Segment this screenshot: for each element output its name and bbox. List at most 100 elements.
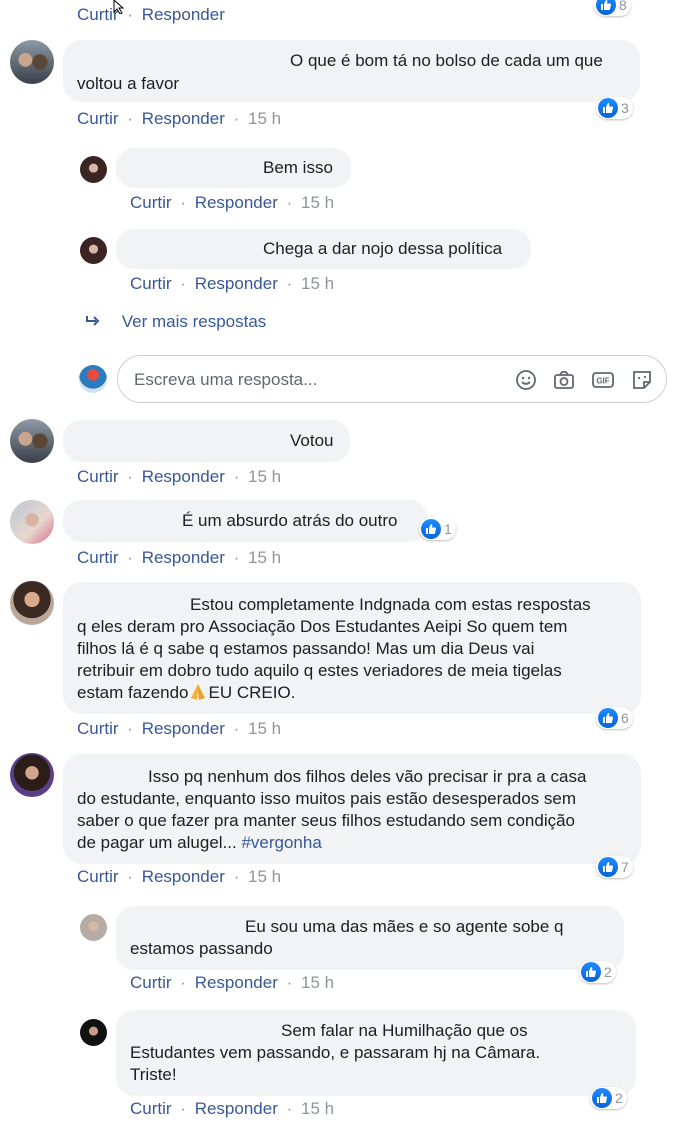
see-more-label[interactable]: Ver mais respostas bbox=[122, 312, 267, 331]
avatar[interactable] bbox=[10, 581, 54, 625]
comment-text: Votou bbox=[290, 431, 334, 450]
comment-text: Estou completamente Indgnada com estas r… bbox=[190, 595, 591, 614]
timestamp[interactable]: 15 h bbox=[248, 467, 281, 486]
hashtag-link[interactable]: #vergonha bbox=[241, 833, 321, 852]
reply-input[interactable] bbox=[132, 366, 476, 394]
cursor-icon bbox=[112, 0, 132, 19]
comment-actions: Curtir · Responder bbox=[77, 5, 225, 25]
separator-dot: · bbox=[233, 109, 240, 128]
avatar[interactable] bbox=[80, 237, 107, 264]
avatar[interactable] bbox=[80, 156, 107, 183]
comment-text: Estudantes vem passando, e passaram hj n… bbox=[130, 1043, 541, 1062]
reaction-number: 7 bbox=[621, 859, 629, 875]
comment-bubble: Sem falar na Humilhação que os Estudante… bbox=[116, 1010, 636, 1096]
avatar[interactable] bbox=[10, 419, 54, 463]
separator-dot: · bbox=[286, 973, 293, 992]
reply-link[interactable]: Responder bbox=[142, 548, 225, 567]
reaction-count[interactable]: 1 bbox=[419, 518, 456, 540]
like-link[interactable]: Curtir bbox=[77, 867, 119, 886]
gif-icon[interactable]: GIF bbox=[591, 368, 617, 392]
like-link[interactable]: Curtir bbox=[77, 467, 119, 486]
like-link[interactable]: Curtir bbox=[130, 274, 172, 293]
avatar[interactable] bbox=[10, 40, 54, 84]
separator-dot: · bbox=[180, 274, 186, 293]
sticker-icon[interactable] bbox=[630, 368, 656, 392]
separator-dot: · bbox=[233, 467, 240, 486]
like-link[interactable]: Curtir bbox=[130, 973, 172, 992]
like-link[interactable]: Curtir bbox=[77, 719, 119, 738]
avatar[interactable] bbox=[80, 914, 107, 941]
reply-link[interactable]: Responder bbox=[142, 467, 225, 486]
timestamp[interactable]: 15 h bbox=[301, 1099, 334, 1118]
reaction-count[interactable]: 3 bbox=[596, 97, 633, 119]
reaction-count[interactable]: 8 bbox=[594, 0, 631, 16]
like-link[interactable]: Curtir bbox=[77, 109, 119, 128]
thumbs-up-icon bbox=[581, 962, 601, 982]
timestamp[interactable]: 15 h bbox=[248, 109, 281, 128]
see-more-replies[interactable]: Ver mais respostas bbox=[85, 312, 266, 332]
reaction-count[interactable]: 6 bbox=[596, 707, 633, 729]
comment-bubble: Isso pq nenhum dos filhos deles vão prec… bbox=[63, 754, 641, 864]
comment-text: Chega a dar nojo dessa política bbox=[263, 239, 503, 258]
reply-link[interactable]: Responder bbox=[142, 719, 225, 738]
separator-dot: · bbox=[286, 1099, 293, 1118]
timestamp[interactable]: 15 h bbox=[248, 867, 281, 886]
like-link[interactable]: Curtir bbox=[77, 548, 119, 567]
comment-text: Triste! bbox=[130, 1065, 177, 1084]
comment-text: Bem isso bbox=[263, 158, 333, 177]
camera-icon[interactable] bbox=[552, 368, 578, 392]
smiley-icon[interactable] bbox=[514, 368, 540, 392]
comment-bubble: Votou bbox=[63, 420, 350, 462]
reaction-number: 2 bbox=[604, 964, 612, 980]
comment-bubble: O que é bom tá no bolso de cada um que v… bbox=[63, 40, 640, 102]
redaction-box bbox=[233, 0, 465, 30]
separator-dot: · bbox=[180, 1099, 186, 1118]
comment-actions: Curtir · Responder · 15 h bbox=[130, 193, 334, 213]
comment-text: É um absurdo atrás do outro bbox=[182, 511, 398, 530]
reaction-number: 6 bbox=[621, 710, 629, 726]
reply-link[interactable]: Responder bbox=[195, 1099, 278, 1118]
reaction-number: 8 bbox=[619, 0, 627, 13]
timestamp[interactable]: 15 h bbox=[248, 548, 281, 567]
avatar[interactable] bbox=[10, 753, 54, 797]
thumbs-up-icon bbox=[598, 857, 618, 877]
reply-link[interactable]: Responder bbox=[195, 274, 278, 293]
avatar[interactable] bbox=[10, 500, 54, 544]
reaction-count[interactable]: 2 bbox=[579, 961, 616, 983]
comment-bubble: Bem isso bbox=[116, 148, 351, 188]
thumbs-up-icon bbox=[592, 1088, 612, 1108]
reply-composer: GIF bbox=[117, 355, 667, 403]
comment-actions: Curtir · Responder · 15 h bbox=[77, 719, 281, 739]
like-link[interactable]: Curtir bbox=[130, 193, 172, 212]
comment-actions: Curtir · Responder · 15 h bbox=[77, 109, 281, 129]
timestamp[interactable]: 15 h bbox=[301, 193, 334, 212]
reaction-number: 2 bbox=[615, 1090, 623, 1106]
timestamp[interactable]: 15 h bbox=[301, 973, 334, 992]
reply-link[interactable]: Responder bbox=[142, 867, 225, 886]
comment-text: Sem falar na Humilhação que os bbox=[281, 1021, 528, 1040]
separator-dot: · bbox=[233, 548, 240, 567]
reply-link[interactable]: Responder bbox=[195, 973, 278, 992]
reply-arrow-icon bbox=[85, 312, 107, 332]
reply-link[interactable]: Responder bbox=[142, 5, 225, 24]
timestamp[interactable]: 15 h bbox=[248, 719, 281, 738]
avatar bbox=[79, 365, 107, 393]
separator-dot: · bbox=[286, 193, 293, 212]
comment-bubble: Eu sou uma das mães e so agente sobe q e… bbox=[116, 906, 624, 970]
thumbs-up-icon bbox=[596, 0, 616, 15]
reply-link[interactable]: Responder bbox=[142, 109, 225, 128]
reaction-number: 3 bbox=[621, 100, 629, 116]
timestamp[interactable]: 15 h bbox=[301, 274, 334, 293]
reaction-count[interactable]: 7 bbox=[596, 856, 633, 878]
separator-dot: · bbox=[233, 867, 240, 886]
thumbs-up-icon bbox=[598, 708, 618, 728]
comment-text: do estudante, enquanto isso muitos pais … bbox=[77, 789, 576, 808]
reaction-count[interactable]: 2 bbox=[590, 1087, 627, 1109]
comment-text: saber o que fazer pra manter seus filhos… bbox=[77, 811, 576, 830]
reply-link[interactable]: Responder bbox=[195, 193, 278, 212]
avatar[interactable] bbox=[80, 1019, 107, 1046]
comment-text: retribuir em dobro tudo aquilo q estes v… bbox=[77, 661, 562, 680]
separator-dot: · bbox=[180, 193, 186, 212]
comment-text: O que é bom tá no bolso de cada um que bbox=[290, 51, 603, 70]
like-link[interactable]: Curtir bbox=[130, 1099, 172, 1118]
